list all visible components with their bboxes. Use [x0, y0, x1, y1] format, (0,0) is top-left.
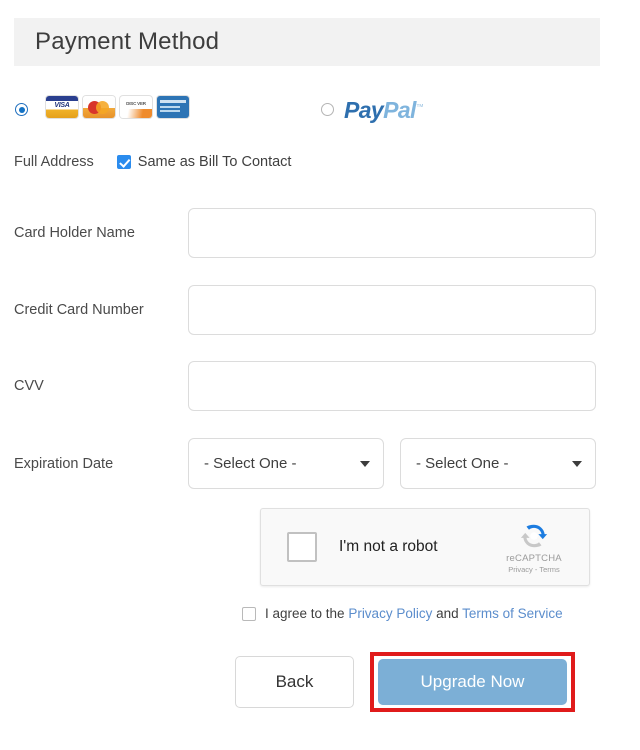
amex-card-icon: [157, 96, 189, 118]
cvv-input[interactable]: [188, 361, 596, 411]
agreement-checkbox[interactable]: [242, 606, 256, 621]
recaptcha-widget[interactable]: I'm not a robot reCAPTCHA Privacy - Term…: [260, 508, 590, 586]
page-title: Payment Method: [35, 28, 220, 55]
expiration-year-wrapper: - Select One -: [400, 438, 596, 489]
recaptcha-logo-icon: [520, 524, 548, 547]
paypal-trademark: ™: [415, 102, 424, 112]
radio-paypal[interactable]: [321, 103, 334, 116]
recaptcha-branding: reCAPTCHA Privacy - Terms: [493, 521, 575, 574]
cvv-row: CVV: [14, 361, 600, 411]
full-address-label: Full Address: [14, 154, 94, 170]
recaptcha-label: I'm not a robot: [339, 538, 438, 555]
mastercard-card-icon: [83, 96, 115, 118]
agreement-row: I agree to the Privacy Policy and Terms …: [242, 606, 563, 621]
visa-card-icon: [46, 96, 78, 118]
accepted-cards-group: [46, 96, 189, 118]
expiration-date-label: Expiration Date: [14, 455, 114, 472]
agreement-middle: and: [432, 606, 463, 621]
agreement-prefix: I agree to the: [265, 606, 349, 621]
card-holder-name-input[interactable]: [188, 208, 596, 258]
radio-credit-card[interactable]: [15, 103, 28, 116]
same-as-bill-to-label: Same as Bill To Contact: [137, 154, 292, 170]
agreement-text: I agree to the Privacy Policy and Terms …: [265, 606, 563, 621]
expiration-month-wrapper: - Select One -: [188, 438, 384, 489]
full-address-row: Full Address Same as Bill To Contact: [14, 154, 291, 170]
expiration-year-select[interactable]: - Select One -: [400, 438, 596, 489]
payment-method-header: Payment Method: [14, 18, 600, 66]
cvv-label: CVV: [14, 378, 44, 394]
credit-card-number-input[interactable]: [188, 285, 596, 335]
recaptcha-brand-text: reCAPTCHA: [506, 552, 562, 564]
privacy-policy-link[interactable]: Privacy Policy: [348, 606, 432, 621]
card-holder-name-row: Card Holder Name: [14, 208, 600, 258]
back-button[interactable]: Back: [235, 656, 354, 708]
expiration-month-select[interactable]: - Select One -: [188, 438, 384, 489]
paypal-logo-pay: Pay: [344, 97, 384, 123]
upgrade-now-button[interactable]: Upgrade Now: [378, 659, 567, 705]
same-as-bill-to-checkbox[interactable]: [116, 155, 131, 169]
expiration-date-row: Expiration Date - Select One - - Select …: [14, 438, 600, 489]
payment-type-selector: PayPal™: [14, 96, 600, 124]
credit-card-number-row: Credit Card Number: [14, 285, 600, 335]
recaptcha-legal-text[interactable]: Privacy - Terms: [493, 565, 575, 574]
paypal-logo: PayPal™: [344, 97, 424, 124]
paypal-logo-pal: Pal: [383, 97, 416, 123]
credit-card-number-label: Credit Card Number: [14, 302, 144, 318]
recaptcha-checkbox[interactable]: [287, 532, 317, 562]
discover-card-icon: [120, 96, 152, 118]
terms-of-service-link[interactable]: Terms of Service: [462, 606, 563, 621]
card-holder-name-label: Card Holder Name: [14, 225, 135, 241]
